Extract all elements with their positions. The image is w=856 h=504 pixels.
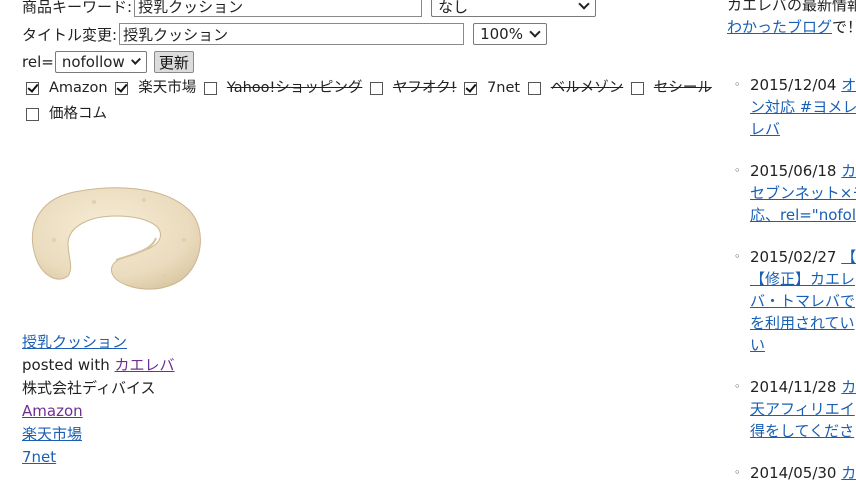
checkbox[interactable]: [26, 108, 39, 121]
shop-option-label: ベルメゾン: [550, 80, 624, 96]
checkbox[interactable]: [369, 82, 383, 95]
post-link[interactable]: カ: [841, 162, 856, 180]
product-image[interactable]: [24, 180, 206, 300]
chevron-down-icon: [130, 55, 141, 65]
post-date: 2015/06/18: [750, 162, 837, 180]
shop-option[interactable]: ヤフオク!: [369, 77, 457, 100]
shop-option-label: 価格コム: [49, 106, 107, 122]
size-select[interactable]: 100%: [473, 23, 548, 45]
shop-option[interactable]: 楽天市場: [115, 77, 196, 100]
post-link[interactable]: 【: [841, 248, 856, 266]
shop-link-amazon[interactable]: Amazon: [22, 402, 83, 420]
checkbox[interactable]: [203, 82, 217, 95]
post-link[interactable]: ン対応 #ヨメレ: [750, 98, 856, 116]
list-item: ◦ 2014/05/30 カ: [734, 462, 856, 484]
checkbox[interactable]: [115, 82, 129, 95]
product-title-link[interactable]: 授乳クッション: [22, 333, 127, 351]
rel-select[interactable]: nofollow: [54, 51, 147, 73]
sidebar-header: カエレバの最新情報 わかったブログで！: [727, 0, 856, 38]
shop-option-label: セシール: [653, 80, 712, 96]
kaereba-link[interactable]: カエレバ: [115, 356, 175, 374]
shop-option-label: 楽天市場: [138, 80, 197, 96]
title-input[interactable]: [119, 23, 465, 45]
shop-option[interactable]: 価格コム: [26, 103, 107, 126]
title-row: タイトル変更: 100%: [22, 22, 548, 46]
shop-option[interactable]: Yahoo!ショッピング: [203, 77, 363, 100]
product-info: 授乳クッション posted with カエレバ 株式会社ディバイス Amazo…: [22, 331, 175, 469]
shop-checkbox-list: Amazon 楽天市場 Yahoo!ショッピング ヤフオク! 7net ベルメゾ…: [26, 77, 716, 129]
shop-option-label: 7net: [487, 80, 521, 96]
product-maker: 株式会社ディバイス: [22, 379, 156, 397]
post-link[interactable]: オ: [841, 76, 856, 94]
keyword-input[interactable]: [134, 0, 423, 17]
post-link[interactable]: レバ: [750, 120, 780, 138]
checkbox[interactable]: [527, 82, 541, 95]
title-label: タイトル変更:: [22, 25, 118, 44]
post-link[interactable]: い: [750, 336, 765, 354]
list-item: ◦ 2014/11/28 カ 天アフィリエイ 得をしてくださ: [734, 376, 856, 442]
list-item: ◦ 2015/12/04 オ ン対応 #ヨメレ レバ: [734, 74, 856, 140]
rel-row: rel= nofollow 更新: [22, 50, 194, 74]
posted-with-text: posted with: [22, 356, 115, 374]
post-link[interactable]: 【修正】カエレ: [750, 270, 855, 288]
bullet: ◦: [734, 380, 741, 393]
category-select[interactable]: なし: [431, 0, 597, 17]
chevron-down-icon: [578, 0, 590, 10]
shop-option-label: ヤフオク!: [392, 80, 457, 96]
post-link[interactable]: セブンネット×モ: [750, 184, 856, 202]
keyword-label: 商品キーワード:: [22, 0, 133, 16]
rel-label: rel=: [22, 53, 54, 71]
shop-option-label: Yahoo!ショッピング: [226, 80, 363, 96]
shop-option-label: Amazon: [49, 80, 108, 96]
list-item: ◦ 2015/02/27 【 【修正】カエレ バ・トマレバで を利用されてい い: [734, 246, 856, 356]
sidebar-heading: カエレバの最新情報: [727, 0, 856, 14]
shop-option[interactable]: セシール: [630, 77, 712, 100]
post-link[interactable]: カ: [841, 378, 856, 396]
keyword-row: 商品キーワード: なし: [22, 0, 597, 18]
shop-link-rakuten[interactable]: 楽天市場: [22, 425, 82, 443]
chevron-down-icon: [529, 26, 541, 38]
blog-link[interactable]: わかったブログ: [727, 18, 832, 36]
post-date: 2015/12/04: [750, 76, 837, 94]
category-select-value: なし: [438, 0, 469, 16]
checkbox[interactable]: [26, 82, 39, 95]
post-date: 2015/02/27: [750, 248, 837, 266]
post-link[interactable]: を利用されてい: [750, 314, 855, 332]
post-link[interactable]: 応、rel="nofoll: [750, 206, 856, 224]
bullet: ◦: [734, 250, 741, 263]
blog-link-suffix: で！: [832, 18, 856, 36]
rel-select-value: nofollow: [61, 53, 125, 71]
shop-option[interactable]: Amazon: [26, 77, 108, 100]
bullet: ◦: [734, 78, 741, 91]
bullet: ◦: [734, 164, 741, 177]
checkbox[interactable]: [630, 82, 644, 95]
posted-with-line: posted with カエレバ: [22, 354, 175, 377]
bullet: ◦: [734, 466, 741, 479]
shop-link-7net[interactable]: 7net: [22, 448, 56, 466]
post-link[interactable]: 得をしてくださ: [750, 422, 854, 440]
post-link[interactable]: バ・トマレバで: [750, 292, 855, 310]
list-item: ◦ 2015/06/18 カ セブンネット×モ 応、rel="nofoll: [734, 160, 856, 226]
post-link[interactable]: 天アフィリエイ: [750, 400, 855, 418]
shop-option[interactable]: 7net: [464, 77, 520, 100]
size-select-value: 100%: [480, 25, 523, 43]
post-date: 2014/11/28: [750, 378, 837, 396]
post-link[interactable]: カ: [841, 464, 856, 482]
shop-option[interactable]: ベルメゾン: [527, 77, 624, 100]
sidebar-post-list: ◦ 2015/12/04 オ ン対応 #ヨメレ レバ ◦ 2015/06/18 …: [734, 74, 856, 504]
post-date: 2014/05/30: [750, 464, 837, 482]
checkbox[interactable]: [464, 82, 478, 95]
update-button[interactable]: 更新: [153, 51, 194, 73]
